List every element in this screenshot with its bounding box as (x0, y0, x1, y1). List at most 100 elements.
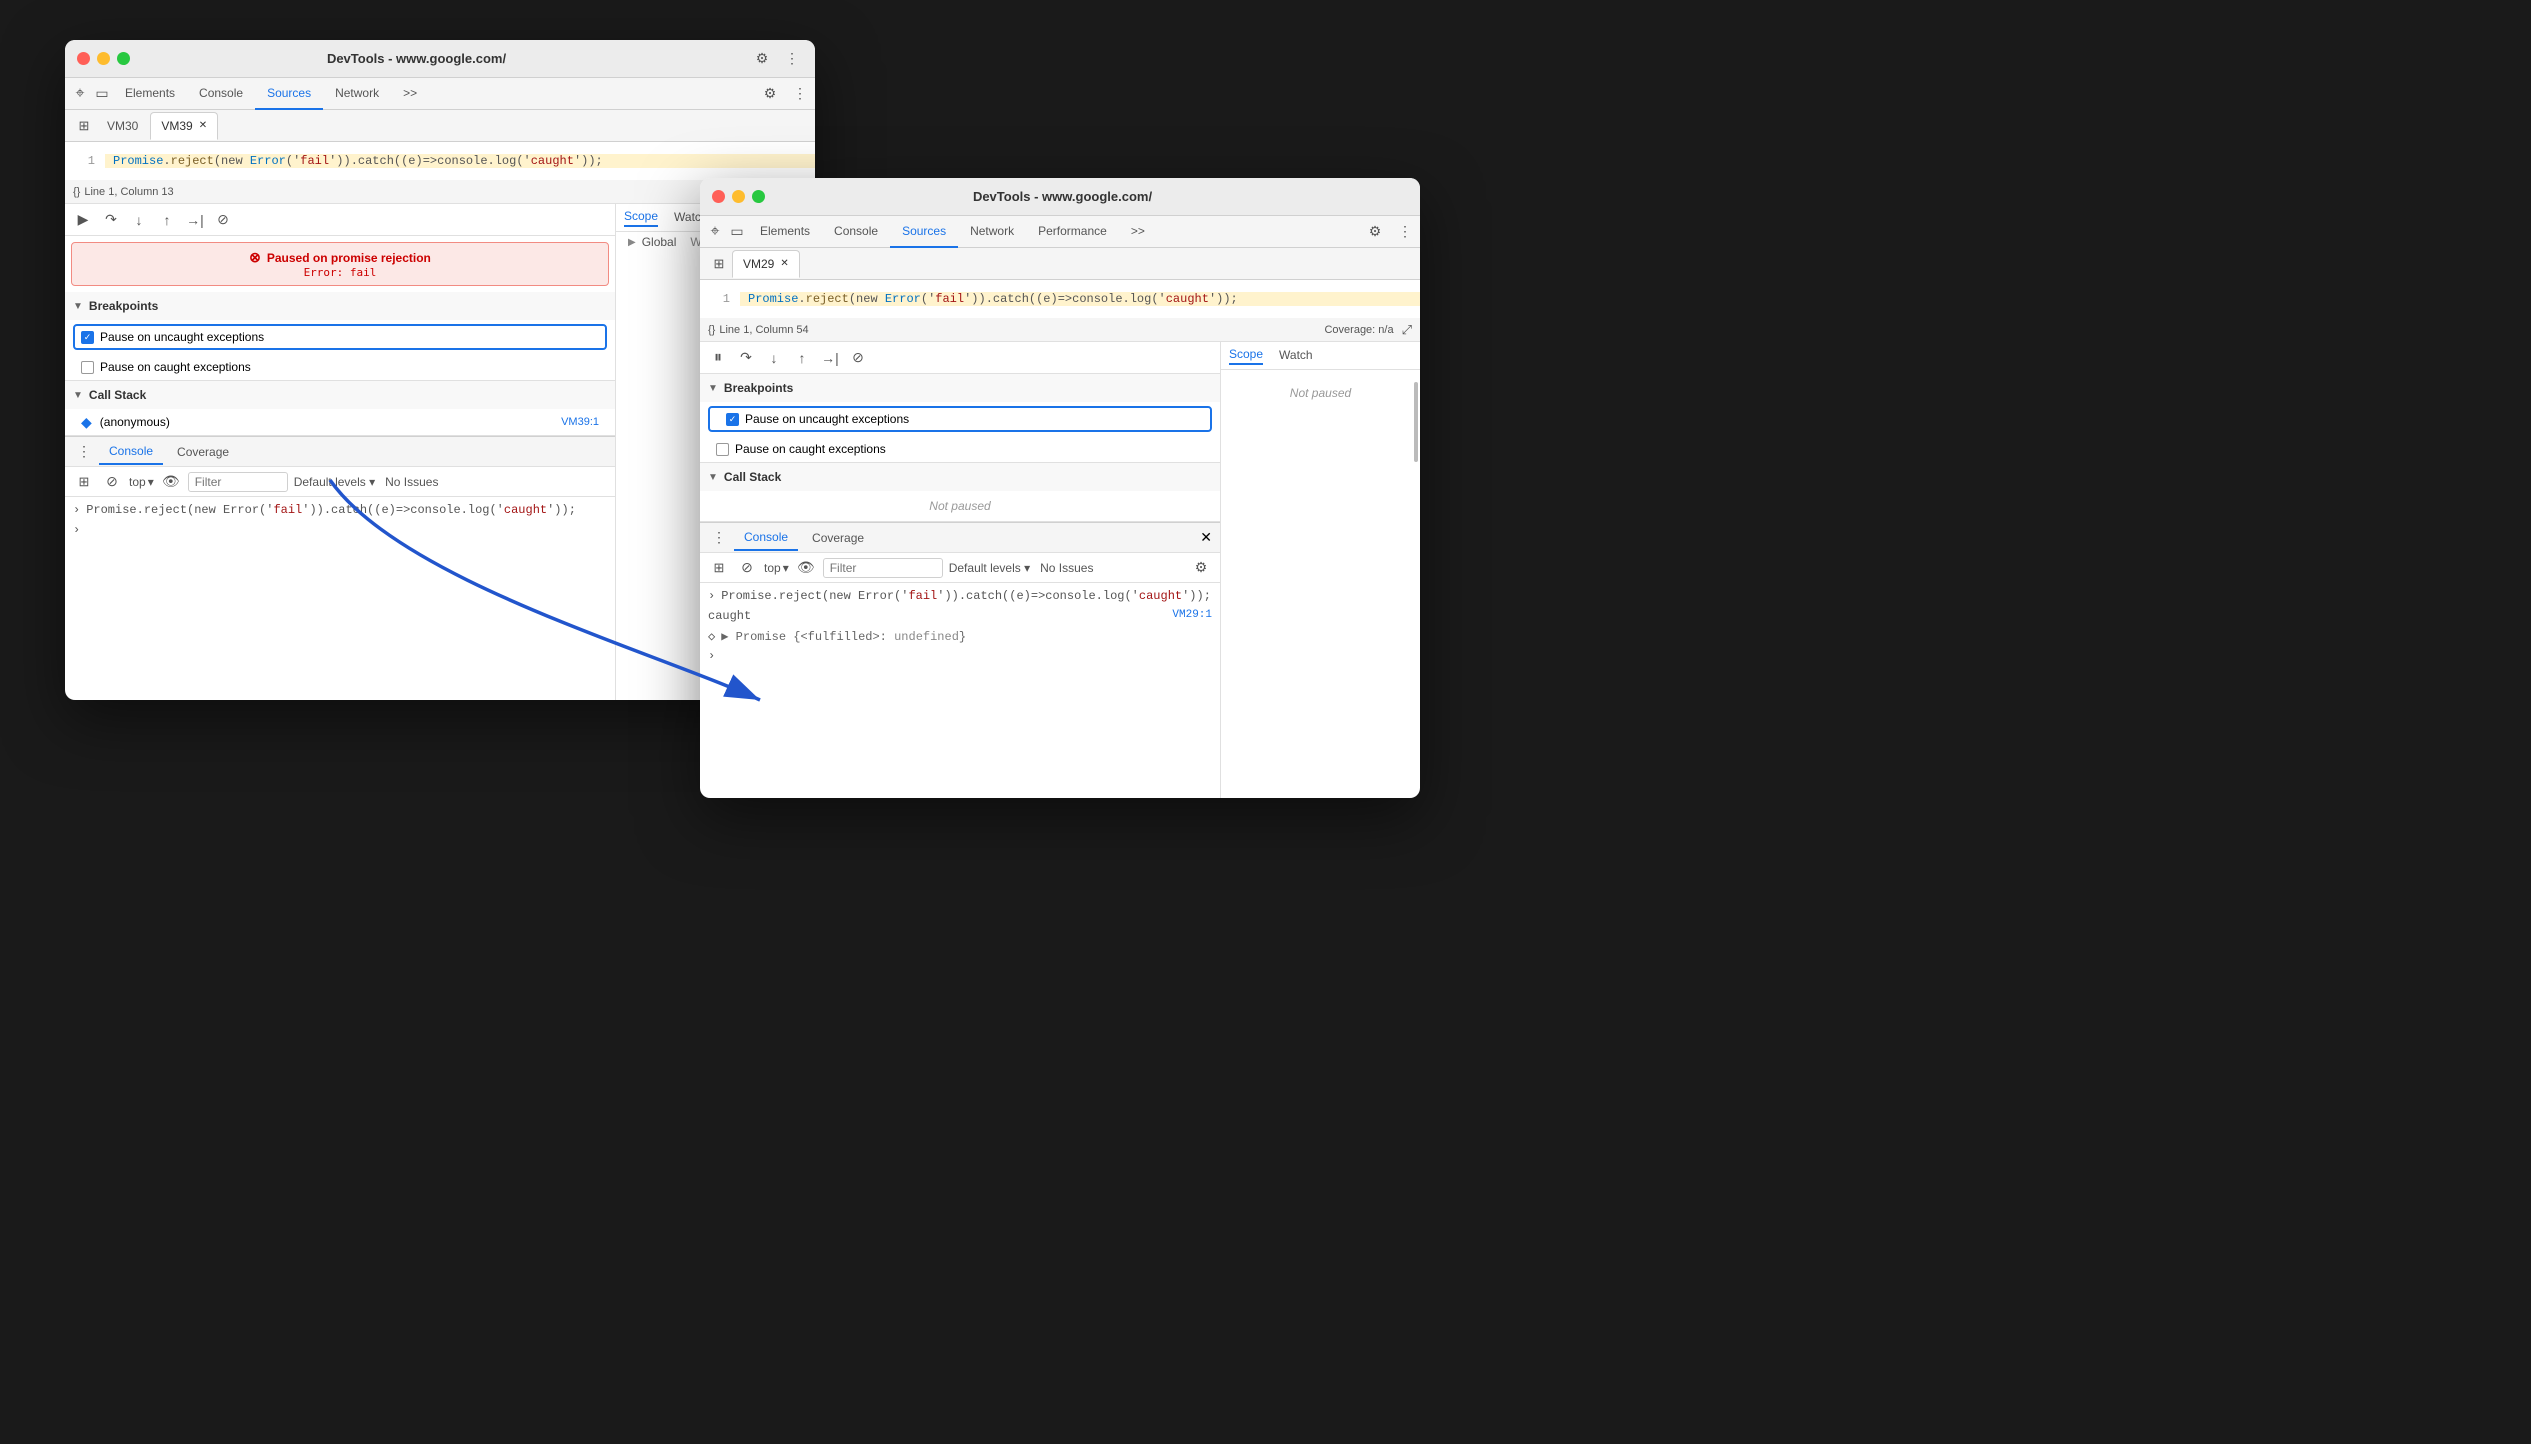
call-stack-header-1[interactable]: ▼ Call Stack (65, 381, 615, 409)
coverage-tab-2[interactable]: Coverage (802, 525, 874, 551)
call-stack-item-1[interactable]: ◆ (anonymous) VM39:1 (65, 409, 615, 435)
clear-icon-2[interactable]: ⊘ (736, 557, 758, 579)
filter-input-1[interactable] (188, 472, 288, 492)
nav-tab-elements-2[interactable]: Elements (748, 216, 822, 248)
step-btn-2[interactable]: →| (820, 348, 840, 368)
window-title-2: DevTools - www.google.com/ (717, 189, 1408, 204)
nav-tab-more-1[interactable]: >> (391, 78, 429, 110)
device-icon-1[interactable]: ▭ (91, 83, 113, 105)
pause-caught-item-2[interactable]: Pause on caught exceptions (700, 436, 1220, 462)
nav-tab-network-2[interactable]: Network (958, 216, 1026, 248)
inspect-icon-2[interactable]: ⌖ (704, 221, 726, 243)
more-vert-icon-1[interactable]: ⋮ (789, 83, 811, 105)
nav-tab-more-2[interactable]: >> (1119, 216, 1157, 248)
sidebar-icon-1[interactable]: ⊞ (73, 471, 95, 493)
pause-uncaught-checkbox-1[interactable] (81, 331, 94, 344)
sidebar-icon-2[interactable]: ⊞ (708, 557, 730, 579)
code-content-2: Promise.reject(new Error('fail')).catch(… (740, 292, 1420, 306)
sidebar-toggle-1[interactable]: ⊞ (73, 115, 95, 137)
top-select-2[interactable]: top ▾ (764, 561, 789, 575)
call-stack-header-2[interactable]: ▼ Call Stack (700, 463, 1220, 491)
step-btn-1[interactable]: →| (185, 210, 205, 230)
step-over-btn-1[interactable]: ↷ (101, 210, 121, 230)
step-over-btn-2[interactable]: ↷ (736, 348, 756, 368)
cursor-icon-2: {} (708, 324, 715, 336)
sidebar-toggle-2[interactable]: ⊞ (708, 253, 730, 275)
file-tab-vm30-1[interactable]: VM30 (97, 112, 148, 140)
coverage-tab-1[interactable]: Coverage (167, 439, 239, 465)
call-stack-label-2: Call Stack (724, 470, 781, 484)
scope-tab-1[interactable]: Scope (624, 209, 658, 227)
eye-icon-1[interactable]: 👁 (160, 471, 182, 493)
file-tab-vm39-1[interactable]: VM39 ✕ (150, 112, 218, 140)
pause-caught-checkbox-1[interactable] (81, 361, 94, 374)
cursor-icon-1: {} (73, 186, 80, 198)
console-tabs-2: ⋮ Console Coverage ✕ (700, 523, 1220, 553)
filter-input-2[interactable] (823, 558, 943, 578)
global-label-1: Global (642, 235, 677, 249)
pause-uncaught-item-2[interactable]: Pause on uncaught exceptions (708, 406, 1212, 432)
inspect-icon-1[interactable]: ⌖ (69, 83, 91, 105)
close-tab-icon-2[interactable]: ✕ (780, 258, 788, 269)
close-tab-icon-1[interactable]: ✕ (199, 120, 207, 131)
breakpoints-header-1[interactable]: ▼ Breakpoints (65, 292, 615, 320)
nav-tab-network-1[interactable]: Network (323, 78, 391, 110)
console-three-dot-1[interactable]: ⋮ (73, 441, 95, 463)
settings-icon-1[interactable]: ⚙ (751, 48, 773, 70)
file-tab-vm29-2[interactable]: VM29 ✕ (732, 250, 800, 278)
step-into-btn-1[interactable]: ↓ (129, 210, 149, 230)
call-item-file-1: VM39:1 (561, 416, 599, 428)
debugger-controls-2: ⏸ ↷ ↓ ↑ →| ⊘ (700, 342, 1220, 374)
pause-caught-label-2: Pause on caught exceptions (735, 442, 886, 456)
nav-tab-sources-2[interactable]: Sources (890, 216, 958, 248)
token-method-2: reject (806, 292, 849, 306)
scope-not-paused-2: Not paused (1221, 370, 1420, 416)
step-out-btn-1[interactable]: ↑ (157, 210, 177, 230)
pause-caught-item-1[interactable]: Pause on caught exceptions (65, 354, 615, 380)
left-panel-1: ▶ ↷ ↓ ↑ →| ⊘ ⊗ Paused on promise rejecti… (65, 204, 615, 700)
status-position-1: Line 1, Column 13 (84, 186, 173, 198)
deactivate-btn-1[interactable]: ⊘ (213, 210, 233, 230)
scrollbar-2[interactable] (1414, 382, 1418, 462)
watch-tab-2[interactable]: Watch (1279, 348, 1313, 364)
settings-icon-2[interactable]: ⚙ (1190, 557, 1212, 579)
console-file-link-2[interactable]: VM29:1 (1172, 609, 1212, 621)
eye-icon-2[interactable]: 👁 (795, 557, 817, 579)
breakpoints-header-2[interactable]: ▼ Breakpoints (700, 374, 1220, 402)
nav-tab-console-2[interactable]: Console (822, 216, 890, 248)
device-icon-2[interactable]: ▭ (726, 221, 748, 243)
step-out-btn-2[interactable]: ↑ (792, 348, 812, 368)
console-three-dot-2[interactable]: ⋮ (708, 527, 730, 549)
expand-icon-2[interactable]: ⤢ (1402, 322, 1412, 338)
nav-tab-performance-2[interactable]: Performance (1026, 216, 1119, 248)
nav-tab-elements-1[interactable]: Elements (113, 78, 187, 110)
console-tab-2[interactable]: Console (734, 525, 798, 551)
close-console-2[interactable]: ✕ (1200, 529, 1212, 546)
section-arrow-1: ▼ (73, 301, 83, 312)
step-into-btn-2[interactable]: ↓ (764, 348, 784, 368)
top-select-1[interactable]: top ▾ (129, 475, 154, 489)
console-tab-1[interactable]: Console (99, 439, 163, 465)
nav-tab-console-1[interactable]: Console (187, 78, 255, 110)
pause-uncaught-item-1[interactable]: Pause on uncaught exceptions (73, 324, 607, 350)
call-stack-arrow-2: ▼ (708, 472, 718, 483)
pause-resume-btn-2[interactable]: ⏸ (708, 348, 728, 368)
clear-icon-1[interactable]: ⊘ (101, 471, 123, 493)
scope-watch-tabs-2: Scope Watch (1221, 342, 1420, 370)
console-text-1-2: Promise.reject(new Error('fail')).catch(… (721, 589, 1211, 603)
nav-tab-sources-1[interactable]: Sources (255, 78, 323, 110)
deactivate-btn-2[interactable]: ⊘ (848, 348, 868, 368)
pause-uncaught-checkbox-2[interactable] (726, 413, 739, 426)
gear-icon-1[interactable]: ⚙ (759, 83, 781, 105)
scope-tab-2[interactable]: Scope (1229, 347, 1263, 365)
more-vert-icon-2[interactable]: ⋮ (1394, 221, 1416, 243)
more-icon-1[interactable]: ⋮ (781, 48, 803, 70)
gear-icon-2[interactable]: ⚙ (1364, 221, 1386, 243)
default-levels-1[interactable]: Default levels ▾ (294, 475, 375, 489)
console-content-2: › Promise.reject(new Error('fail')).catc… (700, 583, 1220, 798)
resume-btn-1[interactable]: ▶ (73, 210, 93, 230)
pause-caught-checkbox-2[interactable] (716, 443, 729, 456)
token-2: reject (171, 154, 214, 168)
default-levels-2[interactable]: Default levels ▾ (949, 561, 1030, 575)
section-arrow-2: ▼ (708, 383, 718, 394)
